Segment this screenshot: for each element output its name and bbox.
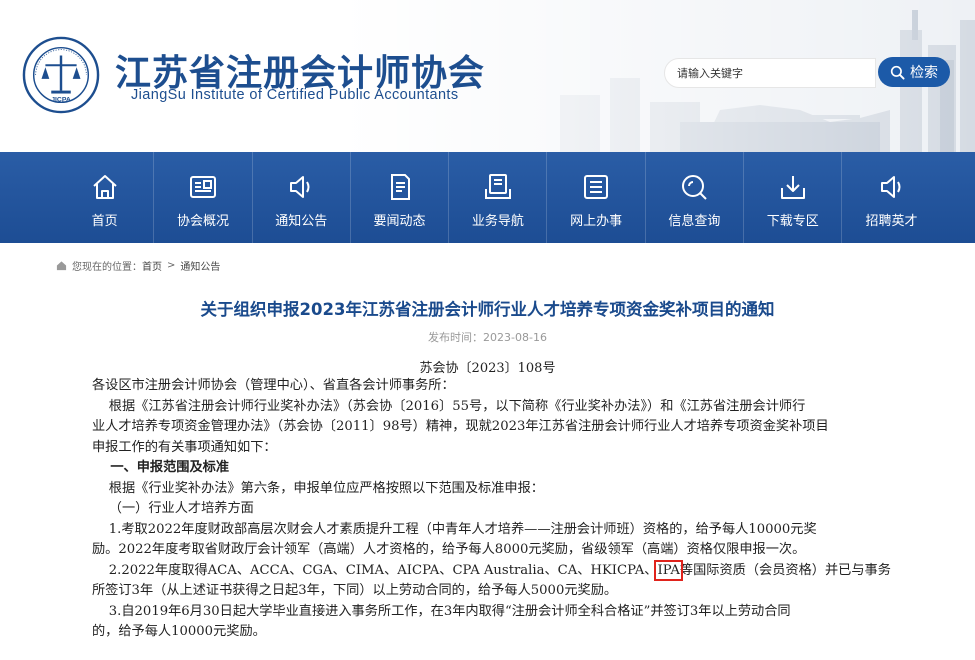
list-icon <box>584 175 609 199</box>
nav-item-home[interactable]: 首页 <box>56 152 155 243</box>
magnifier-icon <box>682 175 708 200</box>
article-body: 各设区市注册会计师协会（管理中心）、省直各会计师事务所： 根据《江苏省注册会计师… <box>92 376 892 643</box>
nav-label: 业务导航 <box>471 214 524 229</box>
breadcrumb: 您现在的位置： 首页 > 通知公告 <box>56 258 220 273</box>
reader-icon <box>484 174 511 199</box>
nav-label: 网上办事 <box>570 214 623 229</box>
body-text: 2.2022年度取得ACA、ACCA、CGA、CIMA、AICPA、CPA Au… <box>92 562 658 578</box>
nav-item-online-service[interactable]: 网上办事 <box>547 152 646 243</box>
breadcrumb-separator: > <box>167 260 176 271</box>
profile-card-icon <box>189 176 216 198</box>
search-button-label: 检索 <box>910 65 938 81</box>
body-line: 2.2022年度取得ACA、ACCA、CGA、CIMA、AICPA、CPA Au… <box>92 559 892 582</box>
home-icon <box>56 261 67 271</box>
search-box <box>664 58 876 88</box>
nav-item-recruitment[interactable]: 招聘英才 <box>842 152 940 243</box>
subsection-heading: （一）行业人才培养方面 <box>92 501 254 516</box>
body-line: 根据《江苏省注册会计师行业奖补办法》（苏会协〔2016〕55号，以下简称《行业奖… <box>92 398 806 414</box>
logo-text: JICPA <box>51 96 71 103</box>
body-line: 各设区市注册会计师协会（管理中心）、省直各会计师事务所： <box>92 378 455 393</box>
publish-date-label: 发布时间： <box>428 331 484 344</box>
body-line: 所签订3年（从上述证书获得之日起3年，下同）以上劳动合同的，给予每人5000元奖… <box>92 583 618 598</box>
home-icon <box>92 175 117 199</box>
body-line: 的，给予每人10000元奖励。 <box>92 624 266 639</box>
body-text: 等国际资质（会员资格）并已与事务 <box>679 562 891 578</box>
body-line: 根据《行业奖补办法》第六条，申报单位应严格按照以下范围及标准申报： <box>92 480 544 496</box>
site-header: JICPA 江苏省注册会计师协会 JiangSu Institute of Ce… <box>0 0 975 152</box>
document-icon <box>390 174 410 200</box>
body-line: 励。2022年度考取省财政厅会计领军（高端）人才资格的，给予每人8000元奖励，… <box>92 542 806 557</box>
nav-label: 协会概况 <box>176 214 229 229</box>
publish-date: 发布时间：2023-08-16 <box>0 329 975 345</box>
nav-item-downloads[interactable]: 下载专区 <box>744 152 843 243</box>
article-title: 关于组织申报2023年江苏省注册会计师行业人才培养专项资金奖补项目的通知 <box>200 300 775 319</box>
breadcrumb-prefix: 您现在的位置： <box>72 262 142 273</box>
nav-label: 通知公告 <box>275 214 328 229</box>
nav-label: 信息查询 <box>668 214 721 229</box>
nav-item-business[interactable]: 业务导航 <box>449 152 548 243</box>
nav-label: 下载专区 <box>766 214 819 229</box>
nav-label: 首页 <box>91 214 118 229</box>
body-line: 业人才培养专项资金管理办法》（苏会协〔2011〕98号）精神，现就2023年江苏… <box>92 419 829 434</box>
main-nav: 首页 协会概况 通知公告 要闻动态 业务导航 网上办事 信息查询 下载专区 招聘… <box>0 152 975 243</box>
nav-item-about[interactable]: 协会概况 <box>154 152 253 243</box>
publish-date-value: 2023-08-16 <box>483 331 547 344</box>
download-icon <box>780 176 805 199</box>
document-number: 苏会协〔2023〕108号 <box>419 361 556 376</box>
search-icon <box>890 65 905 80</box>
body-line: 1.考取2022年度财政部高层次财会人才素质提升工程（中青年人才培养——注册会计… <box>92 521 817 537</box>
search-button[interactable]: 检索 <box>878 57 950 87</box>
nav-item-news[interactable]: 要闻动态 <box>351 152 450 243</box>
body-line: 申报工作的有关事项通知如下： <box>92 439 277 455</box>
breadcrumb-current-link[interactable]: 通知公告 <box>180 258 220 273</box>
highlighted-ipa: IPA <box>654 559 683 581</box>
speaker-icon <box>880 176 901 198</box>
section-heading: 一、申报范围及标准 <box>92 460 230 475</box>
nav-item-notices[interactable]: 通知公告 <box>253 152 351 243</box>
breadcrumb-home-link[interactable]: 首页 <box>142 258 162 273</box>
nav-label: 招聘英才 <box>865 214 918 229</box>
jicpa-logo: JICPA <box>22 36 100 114</box>
site-subtitle: JiangSu Institute of Certified Public Ac… <box>131 87 459 103</box>
nav-item-info-query[interactable]: 信息查询 <box>646 152 745 243</box>
search-input[interactable] <box>665 59 875 87</box>
speaker-icon <box>290 176 310 198</box>
body-line: 3.自2019年6月30日起大学毕业直接进入事务所工作，在3年内取得“注册会计师… <box>92 603 791 619</box>
nav-label: 要闻动态 <box>373 214 426 229</box>
